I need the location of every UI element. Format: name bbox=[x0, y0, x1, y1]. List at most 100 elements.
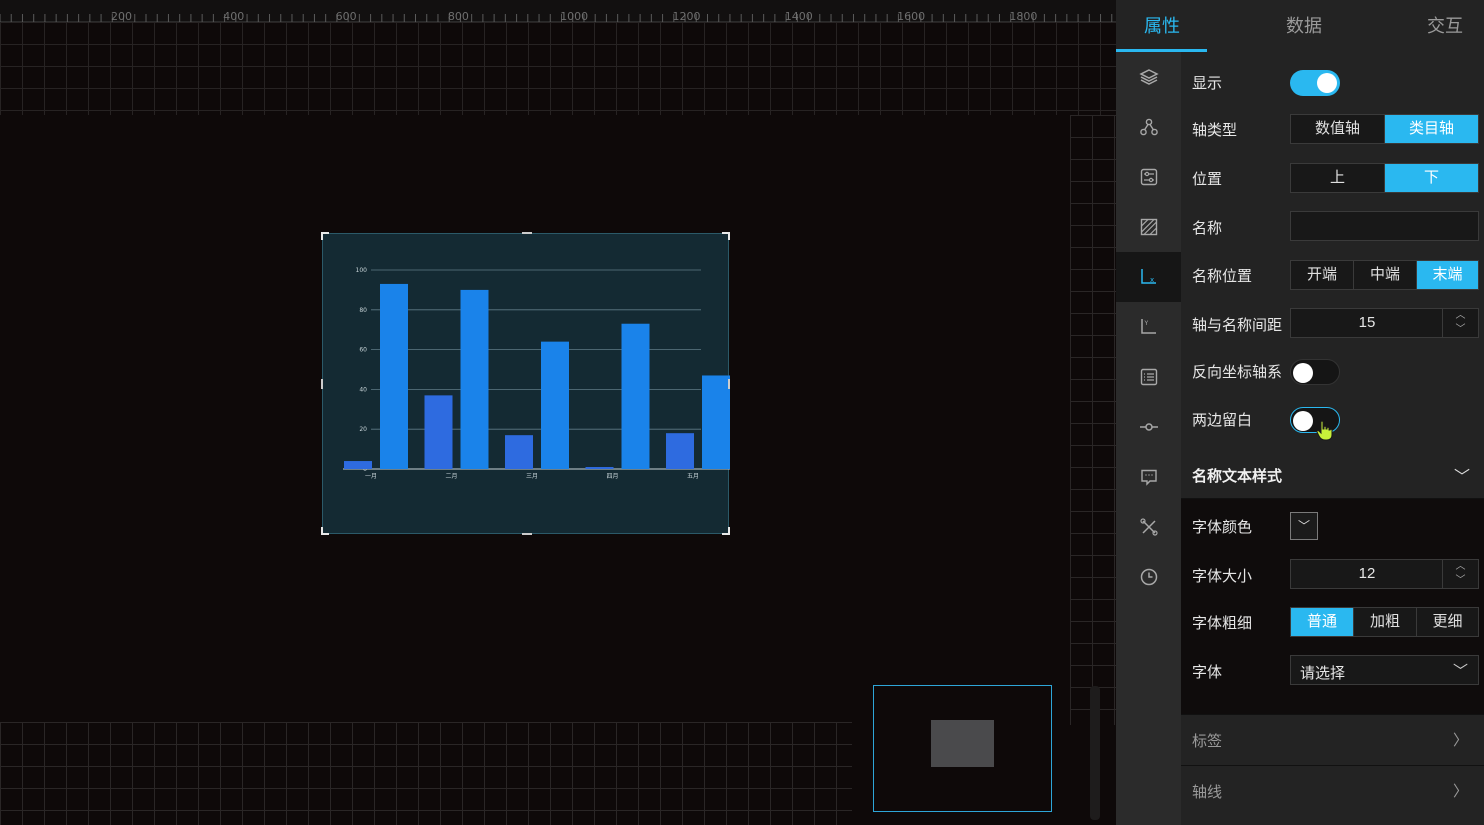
minimap-viewport[interactable] bbox=[931, 720, 994, 767]
position-top-option[interactable]: 上 bbox=[1291, 164, 1384, 192]
y-tick-label: 60 bbox=[359, 347, 367, 354]
x-tick-label: 三月 bbox=[526, 473, 538, 480]
axis-line-section-title: 轴线 bbox=[1192, 784, 1223, 801]
rail-item-animation[interactable] bbox=[1116, 552, 1181, 602]
ruler-label: 1400 bbox=[785, 10, 813, 22]
name-gap-value[interactable]: 15 bbox=[1291, 309, 1443, 337]
font-weight-label: 字体粗细 bbox=[1192, 615, 1253, 632]
y-tick-label: 40 bbox=[359, 386, 367, 393]
font-weight-lighter-option[interactable]: 更细 bbox=[1416, 608, 1478, 636]
hand-cursor-icon bbox=[1316, 420, 1333, 441]
editor-canvas[interactable]: 20040060080010001200140016001800 0204060… bbox=[0, 0, 1116, 825]
font-size-spin: ︿ ﹀ bbox=[1442, 560, 1478, 588]
ruler-label: 200 bbox=[111, 10, 132, 22]
rail-item-legend[interactable] bbox=[1116, 352, 1181, 402]
x-axis-icon: x bbox=[1140, 269, 1156, 284]
chevron-right-icon: 〉 bbox=[1452, 732, 1468, 749]
name-gap-stepper[interactable]: 15 ︿ ﹀ bbox=[1290, 308, 1479, 338]
font-weight-bold-option[interactable]: 加粗 bbox=[1353, 608, 1416, 636]
bar bbox=[380, 283, 408, 469]
name-gap-label: 轴与名称间距 bbox=[1192, 317, 1283, 334]
axis-name-input[interactable] bbox=[1290, 211, 1479, 241]
toggle-knob bbox=[1293, 363, 1313, 383]
inverse-label: 反向坐标轴系 bbox=[1192, 364, 1283, 381]
ruler-label: 1200 bbox=[673, 10, 701, 22]
font-weight-normal-option[interactable]: 普通 bbox=[1291, 608, 1353, 636]
decrement-icon[interactable]: ﹀ bbox=[1443, 574, 1478, 588]
x-tick-label: 五月 bbox=[687, 473, 699, 480]
chevron-down-icon: ﹀ bbox=[1452, 663, 1468, 680]
bar-chart: 020406080100一月二月三月四月五月 bbox=[343, 267, 730, 480]
resize-handle-top-right[interactable] bbox=[722, 232, 730, 240]
resize-handle-bottom-left[interactable] bbox=[321, 527, 329, 535]
font-size-stepper[interactable]: 12 ︿ ﹀ bbox=[1290, 559, 1479, 589]
name-text-style-body: 字体颜色 ﹀ 字体大小 12 ︿ ﹀ 字体粗细 普通 加粗 更细 字体 请选择 … bbox=[1181, 499, 1484, 715]
font-family-placeholder: 请选择 bbox=[1300, 665, 1346, 682]
show-toggle[interactable] bbox=[1290, 70, 1340, 96]
font-family-select[interactable]: 请选择 ﹀ bbox=[1290, 655, 1479, 685]
vertical-scrollbar[interactable] bbox=[1090, 686, 1100, 820]
svg-text:Y: Y bbox=[1143, 320, 1148, 327]
font-color-picker[interactable]: ﹀ bbox=[1290, 512, 1318, 540]
toggle-knob bbox=[1317, 73, 1337, 93]
name-position-selector: 开端 中端 末端 bbox=[1290, 260, 1479, 290]
name-label: 名称 bbox=[1192, 220, 1223, 237]
x-tick-label: 四月 bbox=[606, 473, 618, 480]
rail-item-toolbox[interactable] bbox=[1116, 502, 1181, 552]
label-section-header[interactable]: 标签 〉 bbox=[1181, 714, 1484, 764]
rail-item-settings[interactable] bbox=[1116, 152, 1181, 202]
inverse-toggle[interactable] bbox=[1290, 359, 1340, 385]
rail-item-tooltip[interactable] bbox=[1116, 452, 1181, 502]
ruler-label: 600 bbox=[336, 10, 357, 22]
rail-item-y-axis[interactable]: Y bbox=[1116, 302, 1181, 352]
resize-handle-bottom-right[interactable] bbox=[722, 527, 730, 535]
font-size-label: 字体大小 bbox=[1192, 568, 1253, 585]
tab-interaction[interactable]: 交互 bbox=[1427, 0, 1463, 52]
font-size-value[interactable]: 12 bbox=[1291, 560, 1443, 588]
increment-icon[interactable]: ︿ bbox=[1443, 309, 1478, 323]
bar bbox=[460, 289, 489, 469]
minimap[interactable] bbox=[873, 685, 1052, 812]
name-position-start-option[interactable]: 开端 bbox=[1291, 261, 1353, 289]
resize-handle-bottom[interactable] bbox=[522, 533, 532, 535]
resize-handle-top[interactable] bbox=[522, 232, 532, 234]
svg-text:x: x bbox=[1150, 276, 1154, 284]
section-icon-rail: x Y bbox=[1116, 52, 1181, 825]
tab-data[interactable]: 数据 bbox=[1286, 0, 1322, 52]
rail-item-layers[interactable] bbox=[1116, 52, 1181, 102]
position-selector: 上 下 bbox=[1290, 163, 1479, 193]
position-bottom-option[interactable]: 下 bbox=[1384, 164, 1478, 192]
resize-handle-top-left[interactable] bbox=[321, 232, 329, 240]
rail-item-series[interactable] bbox=[1116, 102, 1181, 152]
sliders-icon bbox=[1140, 168, 1157, 186]
ruler-label: 1800 bbox=[1009, 10, 1037, 22]
rail-item-markline[interactable] bbox=[1116, 402, 1181, 452]
axis-type-value-option[interactable]: 数值轴 bbox=[1291, 115, 1384, 143]
name-text-style-title: 名称文本样式 bbox=[1192, 468, 1283, 485]
name-position-end-option[interactable]: 末端 bbox=[1416, 261, 1478, 289]
ruler-label: 1000 bbox=[560, 10, 588, 22]
ruler-ticks: 200 400 600 800 1000 1200 1400 1600 1800 bbox=[0, 10, 1113, 22]
name-text-style-header[interactable]: 名称文本样式 ﹀ bbox=[1181, 451, 1484, 499]
app-root: 20040060080010001200140016001800 0204060… bbox=[0, 0, 1484, 825]
axis-type-category-option[interactable]: 类目轴 bbox=[1384, 115, 1478, 143]
bar bbox=[424, 395, 453, 469]
chart-widget[interactable]: 020406080100一月二月三月四月五月 bbox=[321, 232, 730, 535]
resize-handle-right[interactable] bbox=[728, 379, 730, 389]
toggle-knob bbox=[1293, 411, 1313, 431]
rail-item-background[interactable] bbox=[1116, 202, 1181, 252]
bar bbox=[344, 461, 372, 469]
y-tick-label: 100 bbox=[356, 267, 368, 274]
chevron-right-icon: 〉 bbox=[1452, 783, 1468, 800]
bar bbox=[585, 467, 614, 469]
decrement-icon[interactable]: ﹀ bbox=[1443, 323, 1478, 337]
increment-icon[interactable]: ︿ bbox=[1443, 560, 1478, 574]
panel-tabs: 属性 数据 交互 bbox=[1116, 0, 1484, 52]
name-position-middle-option[interactable]: 中端 bbox=[1353, 261, 1416, 289]
tab-properties[interactable]: 属性 bbox=[1144, 0, 1180, 52]
bar bbox=[666, 433, 694, 469]
resize-handle-left[interactable] bbox=[321, 379, 323, 389]
rail-item-x-axis[interactable]: x bbox=[1116, 252, 1181, 302]
axis-line-section-header[interactable]: 轴线 〉 bbox=[1181, 765, 1484, 815]
bar bbox=[702, 375, 730, 469]
